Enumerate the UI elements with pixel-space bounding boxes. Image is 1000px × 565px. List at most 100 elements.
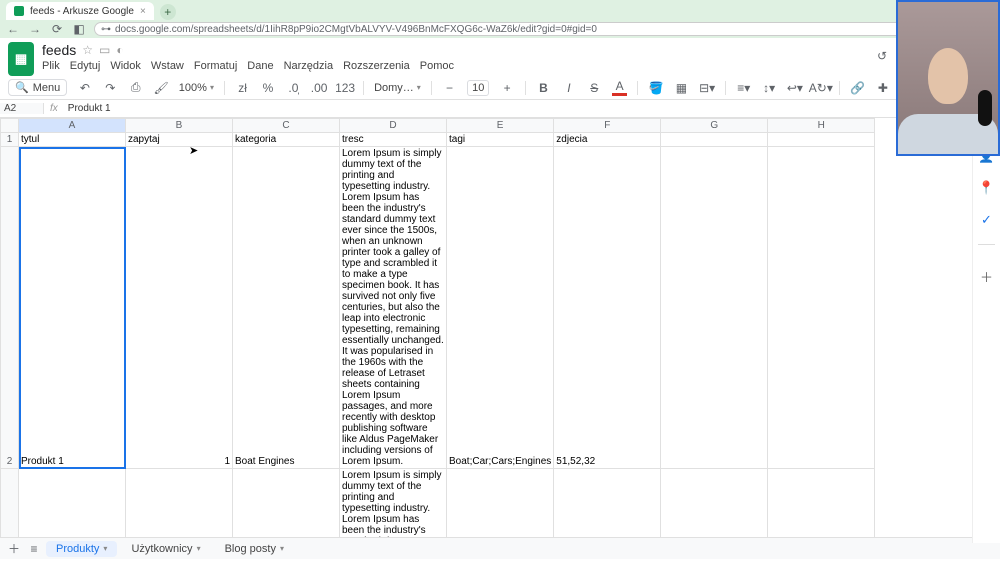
cell-c3[interactable]: Boat Engines — [233, 469, 340, 538]
comment-add-button[interactable]: ✚ — [875, 80, 890, 96]
cell-e2[interactable]: Boat;Car;Cars;Engines — [447, 147, 554, 469]
fill-color-button[interactable]: 🪣 — [648, 80, 663, 96]
close-tab-icon[interactable]: × — [140, 6, 146, 17]
undo-button[interactable]: ↶ — [77, 80, 92, 96]
star-icon[interactable]: ☆ — [82, 43, 93, 57]
name-box[interactable]: A2 — [0, 103, 44, 114]
add-sheet-button[interactable]: ＋ — [6, 541, 22, 557]
sheets-logo[interactable]: ▦ — [8, 42, 34, 76]
strike-button[interactable]: S — [587, 80, 602, 96]
forward-button[interactable]: → — [28, 22, 42, 36]
move-folder-icon[interactable]: ▭ — [99, 43, 110, 57]
valign-button[interactable]: ↕▾ — [761, 80, 776, 96]
cell-a2[interactable]: Produkt 1 — [19, 147, 126, 469]
col-header-c[interactable]: C — [233, 119, 340, 133]
doc-title[interactable]: feeds — [42, 42, 76, 58]
redo-button[interactable]: ↷ — [103, 80, 118, 96]
col-header-b[interactable]: B — [126, 119, 233, 133]
menu-pomoc[interactable]: Pomoc — [420, 60, 454, 72]
ext-left-icon[interactable]: ◧ — [72, 22, 86, 36]
menu-edytuj[interactable]: Edytuj — [70, 60, 101, 72]
sheet-tab-uzytkownicy[interactable]: Użytkownicy▾ — [121, 541, 210, 557]
menu-dane[interactable]: Dane — [247, 60, 273, 72]
cell-d3[interactable]: Lorem Ipsum is simply dummy text of the … — [340, 469, 447, 538]
dec-increase-button[interactable]: .00 — [311, 80, 327, 96]
more-formats-button[interactable]: 123 — [337, 80, 353, 96]
new-tab-button[interactable]: + — [160, 4, 176, 20]
sheet-tab-bar: ＋ ≡ Produkty▾ Użytkownicy▾ Blog posty▾ — [0, 537, 1000, 559]
select-all-corner[interactable] — [1, 119, 19, 133]
row-header-3[interactable]: 3 — [1, 469, 19, 538]
currency-button[interactable]: zł — [235, 80, 250, 96]
row-header-2[interactable]: 2 — [1, 147, 19, 469]
cell-f3[interactable]: 33,34,35 — [554, 469, 661, 538]
cell-h1[interactable] — [768, 133, 875, 147]
menus-button[interactable]: 🔍Menu — [8, 79, 67, 96]
zoom-dropdown[interactable]: 100%▾ — [179, 82, 214, 94]
side-icon-add[interactable]: ＋ — [979, 268, 995, 284]
cell-c1[interactable]: kategoria — [233, 133, 340, 147]
history-icon[interactable]: ↺ — [874, 48, 890, 64]
cell-g2[interactable] — [661, 147, 768, 469]
col-header-h[interactable]: H — [768, 119, 875, 133]
wrap-button[interactable]: ↩▾ — [787, 80, 803, 96]
cloud-status-icon[interactable]: ◐ — [116, 43, 123, 57]
back-button[interactable]: ← — [6, 22, 20, 36]
row-header-1[interactable]: 1 — [1, 133, 19, 147]
menu-formatuj[interactable]: Formatuj — [194, 60, 237, 72]
italic-button[interactable]: I — [561, 80, 576, 96]
cell-a1[interactable]: tytul — [19, 133, 126, 147]
cell-e1[interactable]: tagi — [447, 133, 554, 147]
col-header-f[interactable]: F — [554, 119, 661, 133]
site-info-icon[interactable]: ⊶ — [101, 24, 111, 35]
menu-narzedzia[interactable]: Narzędzia — [284, 60, 334, 72]
cell-f1[interactable]: zdjecia — [554, 133, 661, 147]
cell-g3[interactable] — [661, 469, 768, 538]
cell-b3[interactable]: 1 — [126, 469, 233, 538]
cell-b2[interactable]: 1 — [126, 147, 233, 469]
text-color-button[interactable]: A — [612, 80, 627, 96]
address-bar[interactable]: ⊶ docs.google.com/spreadsheets/d/1IihR8p… — [94, 22, 906, 36]
font-size-input[interactable]: 10 — [467, 80, 489, 96]
browser-tab-active[interactable]: feeds - Arkusze Google × — [6, 2, 154, 20]
font-size-decrease[interactable]: − — [442, 80, 457, 96]
cell-b1[interactable]: zapytaj — [126, 133, 233, 147]
cell-d2[interactable]: Lorem Ipsum is simply dummy text of the … — [340, 147, 447, 469]
sheet-tab-produkty[interactable]: Produkty▾ — [46, 541, 117, 557]
link-button[interactable]: 🔗 — [850, 80, 865, 96]
cell-f2[interactable]: 51,52,32 — [554, 147, 661, 469]
font-size-increase[interactable]: + — [499, 80, 514, 96]
menu-plik[interactable]: Plik — [42, 60, 60, 72]
formula-content[interactable]: Produkt 1 — [64, 103, 115, 114]
col-header-g[interactable]: G — [661, 119, 768, 133]
bold-button[interactable]: B — [536, 80, 551, 96]
cell-a3[interactable]: Produkt 2 — [19, 469, 126, 538]
col-header-a[interactable]: A — [19, 119, 126, 133]
halign-button[interactable]: ≡▾ — [736, 80, 751, 96]
cell-e3[interactable]: Boat;Car;Cars;Engines — [447, 469, 554, 538]
cell-g1[interactable] — [661, 133, 768, 147]
all-sheets-button[interactable]: ≡ — [26, 541, 42, 557]
side-icon-tasks[interactable]: ✓ — [979, 212, 995, 228]
merge-button[interactable]: ⊟▾ — [699, 80, 715, 96]
paint-format-button[interactable]: 🖌 — [153, 80, 168, 96]
menu-wstaw[interactable]: Wstaw — [151, 60, 184, 72]
rotate-button[interactable]: A↻▾ — [813, 80, 829, 96]
font-family-dropdown[interactable]: Domy…▾ — [374, 82, 421, 94]
col-header-e[interactable]: E — [447, 119, 554, 133]
sheet-tab-blog-posty[interactable]: Blog posty▾ — [215, 541, 294, 557]
print-button[interactable]: ⎙ — [128, 80, 143, 96]
menu-widok[interactable]: Widok — [110, 60, 141, 72]
col-header-d[interactable]: D — [340, 119, 447, 133]
menu-rozszerzenia[interactable]: Rozszerzenia — [343, 60, 410, 72]
spreadsheet-grid[interactable]: A B C D E F G H 1 tytul zapytaj kategori… — [0, 118, 1000, 537]
cell-h3[interactable] — [768, 469, 875, 538]
cell-h2[interactable] — [768, 147, 875, 469]
dec-decrease-button[interactable]: .0̩ — [286, 80, 301, 96]
side-icon-maps[interactable]: 📍 — [979, 180, 995, 196]
percent-button[interactable]: % — [260, 80, 275, 96]
cell-c2[interactable]: Boat Engines — [233, 147, 340, 469]
borders-button[interactable]: ▦ — [674, 80, 689, 96]
cell-d1[interactable]: tresc — [340, 133, 447, 147]
reload-button[interactable]: ⟳ — [50, 22, 64, 36]
